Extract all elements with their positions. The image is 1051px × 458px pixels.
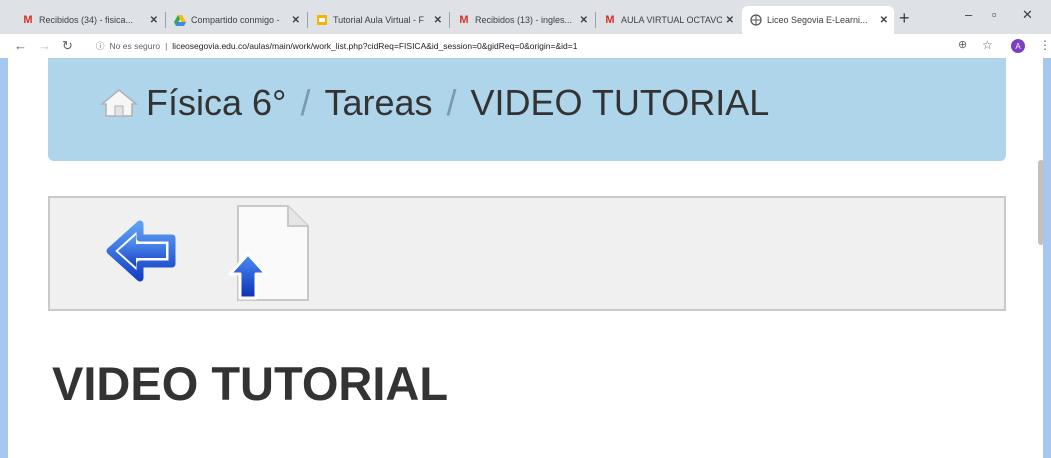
breadcrumb-separator: / [300, 81, 311, 123]
tab-gmail-ingles[interactable]: M Recibidos (13) - ingles... ✕ [450, 6, 594, 34]
menu-dots-icon[interactable]: ⋮ [1039, 38, 1051, 52]
address-bar[interactable]: ⓘ No es seguro | liceosegovia.edu.co/aul… [96, 37, 996, 54]
bookmark-star-icon[interactable]: ☆ [982, 38, 993, 52]
close-window-button[interactable]: ✕ [1022, 7, 1033, 23]
close-tab-icon[interactable]: ✕ [880, 15, 888, 26]
tab-title: Compartido conmigo - [191, 15, 280, 25]
tab-drive-shared[interactable]: Compartido conmigo - ✕ [166, 6, 306, 34]
info-icon[interactable]: ⓘ [96, 40, 105, 52]
browser-toolbar: ← → ↻ ⓘ No es seguro | liceosegovia.edu.… [0, 34, 1051, 58]
url-text[interactable]: liceosegovia.edu.co/aulas/main/work/work… [172, 41, 577, 51]
tab-aula-virtual[interactable]: M AULA VIRTUAL OCTAVO ✕ [596, 6, 740, 34]
tab-title: Recibidos (34) - fisica... [39, 15, 134, 25]
close-tab-icon[interactable]: ✕ [292, 15, 300, 26]
back-arrow-icon[interactable]: ← [14, 38, 27, 53]
breadcrumb-separator: / [446, 81, 457, 123]
zoom-icon[interactable]: ⊕ [958, 38, 967, 51]
breadcrumb-current: VIDEO TUTORIAL [470, 81, 770, 123]
page-title: VIDEO TUTORIAL [52, 357, 449, 410]
profile-avatar[interactable]: A [1011, 39, 1025, 53]
reload-icon[interactable]: ↻ [62, 38, 73, 54]
minimize-button[interactable]: – [965, 7, 972, 22]
gmail-icon: M [23, 14, 33, 26]
site-icon [750, 14, 762, 26]
page-viewport: Física 6° / Tareas / VIDEO TUTORIAL VIDE… [8, 58, 1043, 458]
home-icon[interactable] [100, 88, 138, 118]
maximize-button[interactable]: ▫ [992, 7, 997, 22]
gmail-icon: M [459, 14, 469, 26]
gmail-icon: M [605, 14, 615, 26]
forward-arrow-icon[interactable]: → [38, 38, 51, 53]
tab-gmail-fisica[interactable]: M Recibidos (34) - fisica... ✕ [14, 6, 164, 34]
browser-tab-strip: M Recibidos (34) - fisica... ✕ Compartid… [0, 0, 1051, 34]
scrollbar-thumb[interactable] [1038, 160, 1044, 245]
slides-icon [316, 14, 328, 26]
breadcrumb: Física 6° / Tareas / VIDEO TUTORIAL [48, 58, 1006, 161]
drive-icon [174, 14, 186, 26]
tab-title: Liceo Segovia E-Learni... [767, 15, 868, 25]
tab-title: Recibidos (13) - ingles... [475, 15, 573, 25]
address-divider: | [165, 40, 168, 51]
tab-title: Tutorial Aula Virtual - F [333, 15, 425, 25]
back-arrow-icon[interactable] [106, 220, 178, 282]
new-tab-button[interactable]: + [899, 8, 910, 29]
tab-tutorial-slides[interactable]: Tutorial Aula Virtual - F ✕ [308, 6, 448, 34]
close-tab-icon[interactable]: ✕ [726, 15, 734, 26]
tab-liceo-segovia-active[interactable]: Liceo Segovia E-Learni... ✕ [742, 6, 894, 34]
action-toolbar [48, 196, 1006, 311]
close-tab-icon[interactable]: ✕ [434, 15, 442, 26]
breadcrumb-course[interactable]: Física 6° [146, 82, 286, 124]
tab-title: AULA VIRTUAL OCTAVO [621, 15, 722, 25]
close-tab-icon[interactable]: ✕ [580, 15, 588, 26]
upload-file-icon[interactable] [226, 204, 312, 302]
close-tab-icon[interactable]: ✕ [150, 15, 158, 26]
breadcrumb-tasks[interactable]: Tareas [324, 82, 432, 124]
security-label[interactable]: No es seguro [110, 41, 161, 51]
